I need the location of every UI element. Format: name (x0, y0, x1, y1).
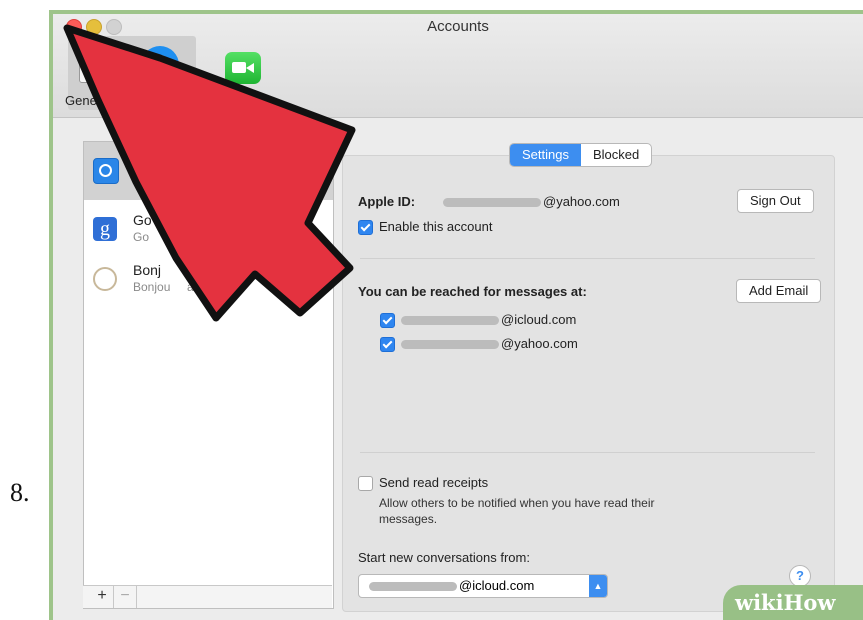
red-arrow-annotation (63, 24, 356, 322)
